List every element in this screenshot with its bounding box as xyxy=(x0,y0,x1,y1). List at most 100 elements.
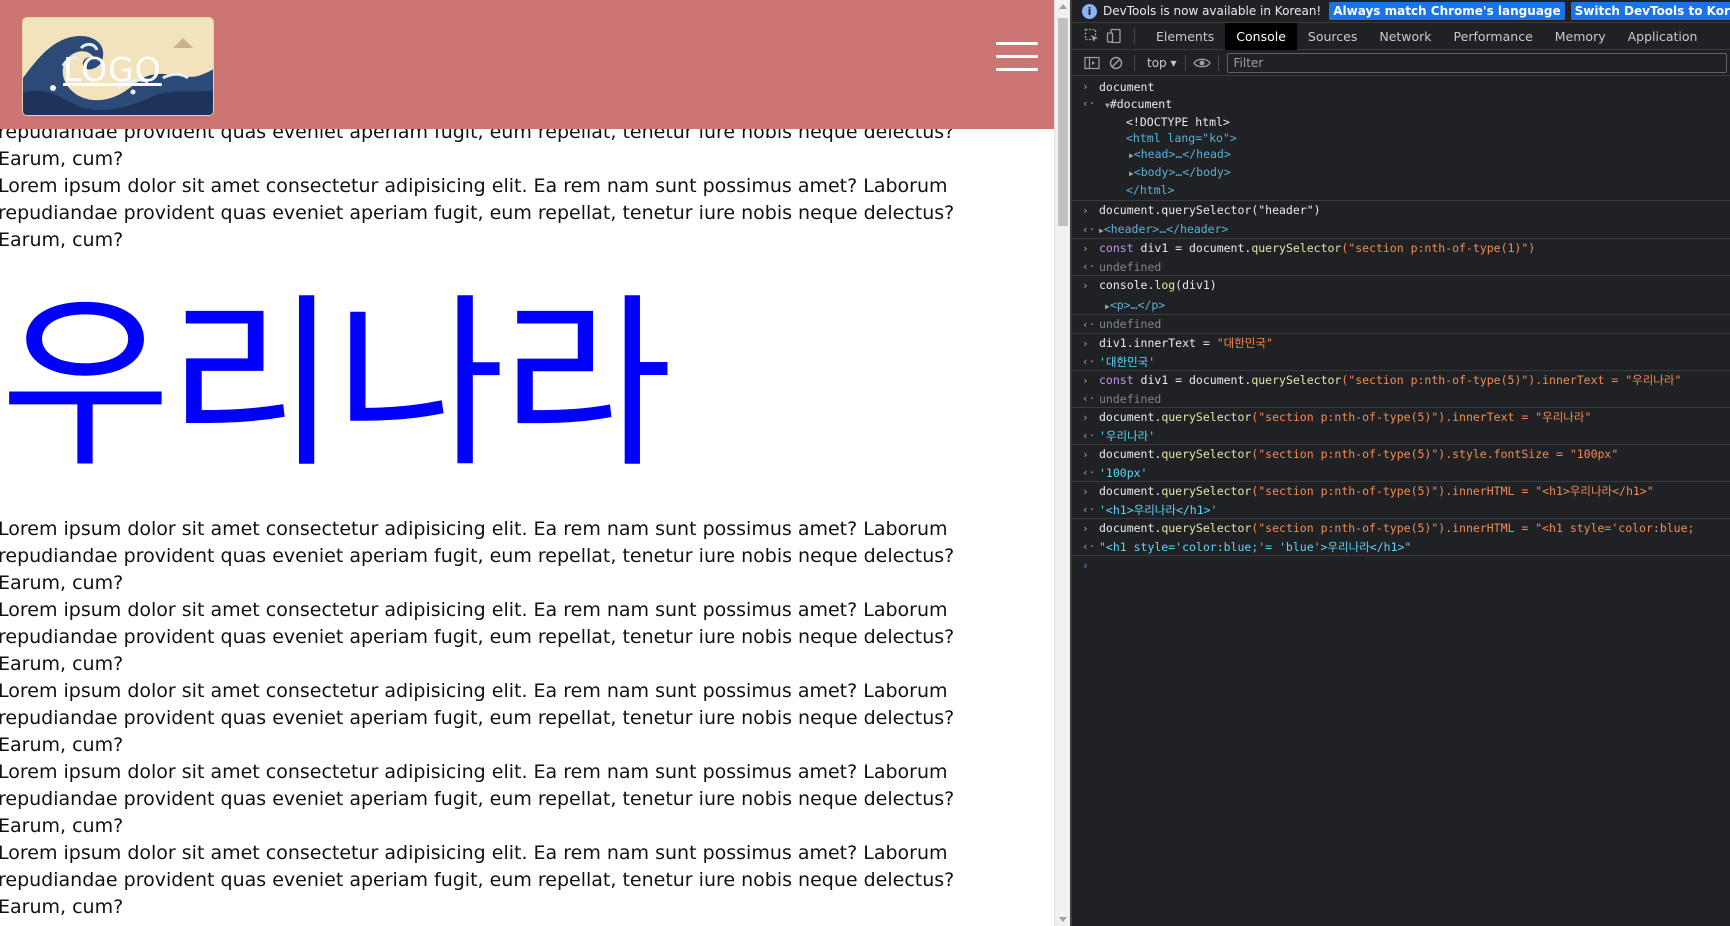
console-input-line: › document.querySelector("header") xyxy=(1072,201,1730,220)
console-filter-input[interactable]: Filter xyxy=(1226,52,1727,73)
paragraph-line: Earum, cum? xyxy=(0,572,124,594)
input-chevron-icon: › xyxy=(1082,80,1089,93)
infobar-message: DevTools is now available in Korean! xyxy=(1103,4,1322,18)
code-text: document. xyxy=(1099,521,1162,535)
code-string: ("section p:nth-of-type(5)").style.fontS… xyxy=(1251,447,1619,461)
paragraph-line: repudiandae provident quas eveniet aperi… xyxy=(0,626,955,648)
console-result: ‹· ▶<header>…</header> xyxy=(1072,220,1730,239)
result-value: undefined xyxy=(1099,317,1162,331)
hamburger-menu-icon[interactable] xyxy=(996,42,1038,72)
console-result: ‹· '<h1>우리나라</h1>' xyxy=(1072,501,1730,519)
paragraph-line: repudiandae provident quas eveniet aperi… xyxy=(0,788,955,810)
paragraph-line: repudiandae provident quas eveniet aperi… xyxy=(0,545,955,567)
sidebar-toggle-icon[interactable] xyxy=(1082,53,1102,73)
console-result: ‹· undefined xyxy=(1072,258,1730,276)
info-icon: i xyxy=(1082,3,1097,19)
result-value: '100px' xyxy=(1099,466,1148,480)
input-chevron-icon: › xyxy=(1082,279,1089,292)
always-match-language-button[interactable]: Always match Chrome's language xyxy=(1329,2,1565,20)
tree-node[interactable]: <head>…</head> xyxy=(1134,147,1231,161)
result-value: '대한민국' xyxy=(1099,355,1156,369)
scrollbar-thumb[interactable] xyxy=(1058,18,1068,226)
input-chevron-icon: › xyxy=(1082,485,1089,498)
tree-node[interactable]: #document xyxy=(1110,97,1172,111)
inspect-element-icon[interactable] xyxy=(1082,26,1102,46)
input-chevron-icon: › xyxy=(1082,522,1089,535)
web-page-viewport: LOGO repudiandae provident quas eveniet … xyxy=(0,0,1054,926)
tab-console[interactable]: Console xyxy=(1225,22,1297,50)
tab-sources[interactable]: Sources xyxy=(1297,23,1368,50)
paragraph-line: Earum, cum? xyxy=(0,148,124,170)
tab-performance[interactable]: Performance xyxy=(1443,23,1544,50)
code-text: div1.innerText = xyxy=(1099,336,1217,350)
code-text: document. xyxy=(1099,410,1162,424)
code-string: ("section p:nth-of-type(5)").innerHTML =… xyxy=(1251,484,1654,498)
paragraph-line: repudiandae provident quas eveniet aperi… xyxy=(0,202,955,224)
console-result: ‹· '우리나라' xyxy=(1072,427,1730,445)
result-arrow-icon: ‹· xyxy=(1082,466,1096,479)
input-chevron-icon: › xyxy=(1082,242,1089,255)
code-method: log xyxy=(1154,278,1176,292)
result-arrow-icon: ‹· xyxy=(1082,503,1096,516)
tab-memory[interactable]: Memory xyxy=(1544,23,1617,50)
paragraph-line: repudiandae provident quas eveniet aperi… xyxy=(0,869,955,891)
page-scrollbar[interactable] xyxy=(1054,0,1070,926)
result-value[interactable]: <header>…</header> xyxy=(1104,222,1229,236)
result-value[interactable]: <p>…</p> xyxy=(1110,298,1165,312)
toolbar-separator xyxy=(1184,54,1186,71)
scroll-down-arrow-icon[interactable] xyxy=(1059,917,1067,922)
result-arrow-icon: ‹· xyxy=(1082,223,1096,236)
logo-text[interactable]: LOGO xyxy=(63,50,162,89)
toolbar-separator xyxy=(1134,54,1135,71)
logo[interactable]: LOGO xyxy=(22,17,214,116)
tree-node[interactable]: <!DOCTYPE html> xyxy=(1099,114,1730,130)
result-arrow-icon: ‹· xyxy=(1082,97,1096,110)
input-chevron-icon: › xyxy=(1082,559,1089,572)
paragraph: Lorem ipsum dolor sit amet consectetur a… xyxy=(0,173,1008,254)
console-command: document xyxy=(1099,80,1155,94)
console-result: ‹· '100px' xyxy=(1072,464,1730,482)
console-input-line: › console.log(div1) xyxy=(1072,276,1730,295)
console-result: ‹· ▼#document <!DOCTYPE html> <html lang… xyxy=(1072,96,1730,201)
live-expression-eye-icon[interactable] xyxy=(1192,53,1212,73)
paragraph: Lorem ipsum dolor sit amet consectetur a… xyxy=(0,921,1008,926)
context-selector[interactable]: top ▾ xyxy=(1147,56,1177,70)
device-toolbar-icon[interactable] xyxy=(1104,26,1124,46)
result-value: undefined xyxy=(1099,392,1162,406)
language-infobar: i DevTools is now available in Korean! A… xyxy=(1072,0,1730,23)
result-value: '우리나라' xyxy=(1099,429,1156,443)
tab-application[interactable]: Application xyxy=(1617,23,1709,50)
paragraph-line: Earum, cum? xyxy=(0,653,124,675)
console-result: ‹· "<h1 style='color:blue;'= 'blue'>우리나라… xyxy=(1072,538,1730,556)
code-method: querySelector xyxy=(1161,447,1252,461)
result-arrow-icon: ‹· xyxy=(1082,318,1096,331)
console-toolbar: top ▾ Filter xyxy=(1072,50,1730,76)
switch-to-korean-button[interactable]: Switch DevTools to Korean xyxy=(1570,2,1730,20)
result-arrow-icon: ‹· xyxy=(1082,540,1096,553)
tree-node[interactable]: <body>…</body> xyxy=(1134,165,1231,179)
paragraph: Lorem ipsum dolor sit amet consectetur a… xyxy=(0,516,1008,597)
tab-network[interactable]: Network xyxy=(1368,23,1442,50)
code-keyword: const xyxy=(1099,373,1134,387)
tab-elements[interactable]: Elements xyxy=(1145,23,1225,50)
clear-console-icon[interactable] xyxy=(1106,53,1126,73)
paragraph-line: Earum, cum? xyxy=(0,734,124,756)
console-prompt-input[interactable]: › xyxy=(1072,556,1730,576)
paragraph-line: Earum, cum? xyxy=(0,229,124,251)
scroll-up-arrow-icon[interactable] xyxy=(1059,4,1067,9)
devtools-tabbar: Elements Console Sources Network Perform… xyxy=(1072,22,1730,50)
tree-node[interactable]: </html> xyxy=(1099,182,1730,198)
console-input-line: › document.querySelector("section p:nth-… xyxy=(1072,519,1730,538)
console-input-line: › document.querySelector("section p:nth-… xyxy=(1072,445,1730,464)
code-method: querySelector xyxy=(1251,373,1342,387)
tree-node[interactable]: <html lang="ko"> xyxy=(1099,130,1730,146)
dom-tree: ▼#document <!DOCTYPE html> <html lang="k… xyxy=(1099,96,1730,198)
result-value: undefined xyxy=(1099,260,1162,274)
console-input-line: › document.querySelector("section p:nth-… xyxy=(1072,482,1730,501)
console-input-line: › const div1 = document.querySelector("s… xyxy=(1072,371,1730,390)
console-log-output: ▶<p>…</p> xyxy=(1072,295,1730,315)
console-input-line: › const div1 = document.querySelector("s… xyxy=(1072,239,1730,258)
paragraph: Lorem ipsum dolor sit amet consectetur a… xyxy=(0,759,1008,840)
code-string: ("section p:nth-of-type(5)").innerText =… xyxy=(1341,373,1682,387)
site-header: LOGO xyxy=(0,0,1054,129)
